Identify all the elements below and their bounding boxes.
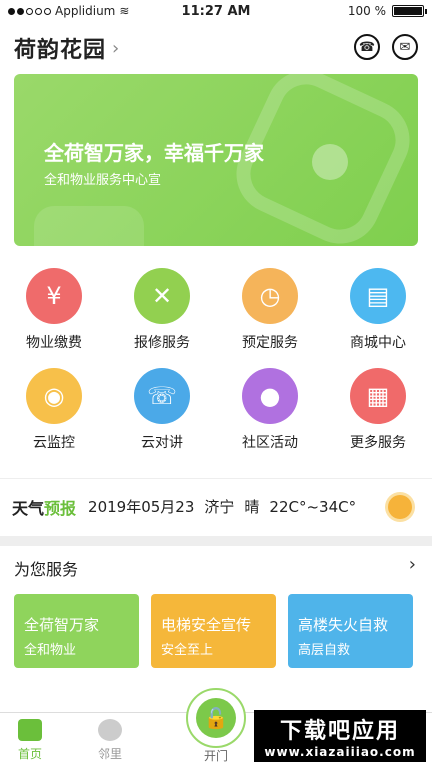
planet-decoration — [312, 144, 348, 180]
money-hand-icon: ¥ — [26, 268, 82, 324]
banner-subtitle: 全和物业服务中心宣 — [44, 173, 162, 188]
banner-title: 全荷智万家，幸福千万家 — [44, 141, 264, 165]
service-item-label: 商城中心 — [350, 335, 406, 351]
neighbors-icon — [98, 719, 122, 741]
grid-icon: ▦ — [350, 368, 406, 424]
camera-icon: ◉ — [26, 368, 82, 424]
section-divider — [0, 536, 432, 546]
chevron-right-icon[interactable]: › — [409, 554, 416, 575]
service-card[interactable]: 电梯安全宣传 安全至上 — [151, 594, 276, 668]
service-item-label: 预定服务 — [242, 335, 298, 351]
home-icon — [18, 719, 42, 741]
service-card-subtitle: 安全至上 — [161, 643, 214, 658]
page-header: 荷韵花园 › ☎ ✉ — [14, 30, 418, 66]
service-item[interactable]: ● 社区活动 — [220, 368, 320, 468]
community-title[interactable]: 荷韵花园 — [14, 32, 106, 64]
tab-home-label: 首页 — [17, 747, 42, 761]
service-item[interactable]: ▦ 更多服务 — [328, 368, 428, 468]
intercom-icon: ☏ — [134, 368, 190, 424]
clock-icon: ◷ — [242, 268, 298, 324]
service-item[interactable]: ◷ 预定服务 — [220, 268, 320, 368]
unlock-icon: 🔓 — [196, 698, 236, 738]
sun-icon — [388, 495, 412, 519]
service-item-label: 社区活动 — [242, 435, 298, 451]
battery-group: 100 % — [347, 4, 427, 18]
tools-icon: ✕ — [134, 268, 190, 324]
weather-condition: 晴 — [244, 498, 260, 516]
service-item[interactable]: ¥ 物业缴费 — [4, 268, 104, 368]
tab-open-label-wrap: 开门 — [186, 747, 246, 764]
tab-home[interactable]: 首页 — [0, 719, 60, 762]
service-card-subtitle: 高层自救 — [298, 643, 351, 658]
service-grid: ¥ 物业缴费 ✕ 报修服务 ◷ 预定服务 ▤ 商城中心 ◉ 云监控 ☏ 云对讲 ● 社区活动 ▦ 更多服务 — [0, 268, 432, 468]
battery-percent: 100 % — [347, 4, 386, 18]
watermark-text: 下载吧应用 — [279, 719, 400, 744]
weather-tag: 天气预报 — [12, 498, 77, 518]
weather-date: 2019年05月23 — [88, 498, 195, 516]
watermark-url: www.xiazaiiiao.com — [264, 745, 416, 759]
services-title: 为您服务 — [14, 560, 79, 579]
weather-bar: 天气预报 2019年05月23 济宁 晴 22C°~34C° — [0, 478, 432, 534]
service-item-label: 物业缴费 — [26, 335, 82, 351]
service-item-label: 报修服务 — [134, 335, 190, 351]
service-item-label: 更多服务 — [350, 435, 406, 451]
service-card-title: 电梯安全宣传 — [161, 616, 252, 634]
weather-temp: 22C°~34C° — [269, 497, 357, 516]
battery-icon — [392, 5, 427, 17]
status-bar: Applidium ≋ 11:27 AM 100 % — [0, 0, 432, 22]
phone-icon[interactable]: ☎ — [354, 34, 380, 60]
service-item[interactable]: ✕ 报修服务 — [112, 268, 212, 368]
header-actions: ☎ ✉ — [354, 34, 418, 60]
service-card[interactable]: 全荷智万家 全和物业 — [14, 594, 139, 668]
store-icon: ▤ — [350, 268, 406, 324]
promo-banner[interactable]: 全荷智万家，幸福千万家 全和物业服务中心宣 — [14, 74, 418, 246]
service-card-title: 高楼失火自救 — [298, 616, 389, 634]
weather-city: 济宁 — [204, 498, 235, 516]
service-cards: 全荷智万家 全和物业 电梯安全宣传 安全至上 高楼失火自救 高层自救 — [14, 594, 418, 668]
mail-icon[interactable]: ✉ — [392, 34, 418, 60]
chevron-right-icon[interactable]: › — [112, 38, 119, 59]
service-card-subtitle: 全和物业 — [24, 643, 77, 658]
tree-decoration — [34, 206, 144, 246]
tab-neighbors-label: 邻里 — [97, 747, 122, 761]
service-card-title: 全荷智万家 — [24, 616, 100, 634]
service-item[interactable]: ◉ 云监控 — [4, 368, 104, 468]
open-door-button[interactable]: 🔓 — [186, 688, 246, 748]
service-item[interactable]: ☏ 云对讲 — [112, 368, 212, 468]
service-card[interactable]: 高楼失火自救 高层自救 — [288, 594, 413, 668]
service-grid-row: ¥ 物业缴费 ✕ 报修服务 ◷ 预定服务 ▤ 商城中心 — [0, 268, 432, 368]
watermark-logo: 下载吧应用 www.xiazaiiiao.com — [254, 710, 426, 762]
service-grid-row: ◉ 云监控 ☏ 云对讲 ● 社区活动 ▦ 更多服务 — [0, 368, 432, 468]
tab-neighbors[interactable]: 邻里 — [80, 719, 140, 762]
ball-icon: ● — [242, 368, 298, 424]
service-item[interactable]: ▤ 商城中心 — [328, 268, 428, 368]
tab-open-label: 开门 — [203, 749, 228, 763]
service-item-label: 云对讲 — [141, 435, 183, 451]
service-item-label: 云监控 — [33, 435, 75, 451]
